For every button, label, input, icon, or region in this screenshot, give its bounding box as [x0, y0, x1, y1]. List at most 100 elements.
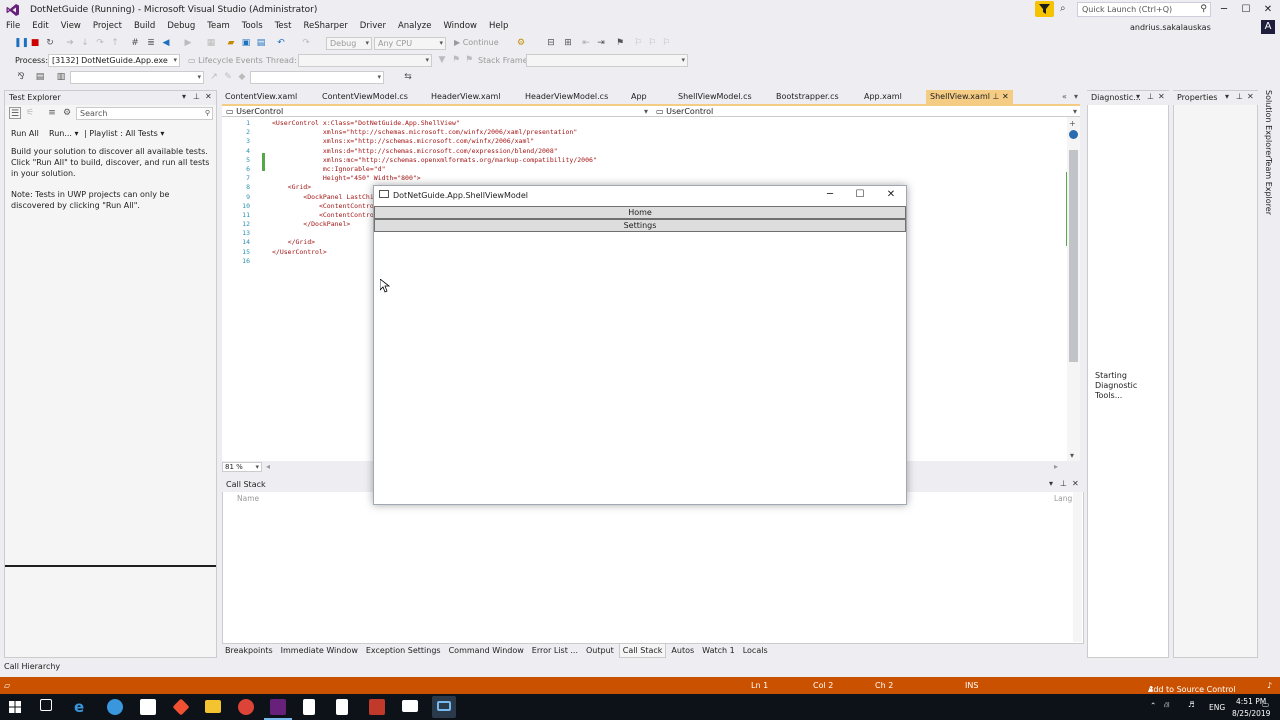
clock-date[interactable]: 8/25/2019 [1232, 709, 1270, 718]
clipboard-icon[interactable]: ▥ [55, 71, 67, 83]
scroll-thumb[interactable] [1069, 150, 1078, 362]
pin-icon[interactable]: ⊥ [1147, 92, 1154, 101]
close-button[interactable]: ✕ [1257, 0, 1279, 20]
menu-debug[interactable]: Debug [161, 20, 201, 35]
tab-shellviewmodel-cs[interactable]: ShellViewModel.cs [678, 92, 752, 101]
feedback-icon[interactable]: ⌕ [1060, 3, 1072, 15]
nav-right-select[interactable]: ▭ UserControl [656, 107, 713, 116]
task-view-icon[interactable] [40, 699, 52, 711]
tab-list-icon[interactable]: ▾ [1074, 92, 1078, 101]
chevron-down-icon[interactable]: ▾ [644, 107, 648, 116]
restart-icon[interactable]: ↻ [44, 37, 56, 49]
menu-driver[interactable]: Driver [354, 20, 392, 35]
save-all-icon[interactable]: ▤ [255, 37, 267, 49]
action-center-icon[interactable]: ▭ [1262, 700, 1269, 709]
tab-app[interactable]: App [631, 92, 647, 101]
tab-breakpoints[interactable]: Breakpoints [222, 644, 276, 658]
browser-icon[interactable] [107, 699, 123, 715]
app-maximize-button[interactable]: ☐ [850, 188, 870, 202]
menu-test[interactable]: Test [269, 20, 298, 35]
target-select[interactable]: ▾ [70, 71, 204, 84]
menu-project[interactable]: Project [87, 20, 128, 35]
home-button[interactable]: Home [374, 206, 906, 219]
breakpoint-icon[interactable]: ⊟ [545, 37, 557, 49]
dropdown-icon[interactable]: ▾ [1136, 92, 1140, 101]
attach-icon[interactable]: ⚙ [515, 37, 527, 49]
dropdown-icon[interactable]: ▾ [1225, 92, 1229, 101]
settings-button[interactable]: Settings [374, 219, 906, 232]
pin-icon[interactable]: ⊥ [1060, 479, 1067, 488]
bookmark-icon[interactable]: ⚑ [614, 37, 626, 49]
tab-shellview-xaml[interactable]: ShellView.xaml ⊥ ✕ [926, 90, 1013, 104]
menu-view[interactable]: View [55, 20, 87, 35]
scroll-down-icon[interactable]: ▾ [1070, 451, 1074, 460]
scroll-right-icon[interactable]: ▸ [1054, 462, 1058, 471]
scroll-left-icon[interactable]: ◂ [266, 462, 270, 471]
tab-app-xaml[interactable]: App.xaml [864, 92, 902, 101]
tab-locals[interactable]: Locals [740, 644, 771, 658]
column-lang[interactable]: Lang [1054, 494, 1072, 503]
menu-window[interactable]: Window [437, 20, 483, 35]
call-hierarchy-tab[interactable]: Call Hierarchy [4, 662, 60, 671]
store-icon[interactable] [140, 699, 156, 715]
list-icon[interactable]: ≡ [46, 107, 58, 119]
menu-tools[interactable]: Tools [236, 20, 269, 35]
process-select[interactable]: [3132] DotNetGuide.App.exe ▾ [48, 54, 180, 67]
settings-icon[interactable]: ⚙ [61, 107, 73, 119]
menu-edit[interactable]: Edit [26, 20, 54, 35]
video-editor-icon[interactable] [402, 700, 418, 712]
toggle-icon[interactable]: ⊞ [562, 37, 574, 49]
windows-start-icon[interactable] [9, 701, 21, 713]
quick-launch-input[interactable]: Quick Launch (Ctrl+Q) ⚲ [1077, 2, 1211, 17]
playlist-menu[interactable]: | Playlist : All Tests ▾ [84, 129, 164, 138]
network-icon[interactable]: ⛜ [1164, 700, 1170, 710]
grouping-icon[interactable]: ☰ [9, 107, 21, 119]
member-select[interactable]: ▾ [250, 71, 384, 84]
tab-call-stack[interactable]: Call Stack [618, 644, 667, 658]
notification-bell-icon[interactable]: ♪ [1267, 681, 1272, 690]
threads-icon[interactable]: ≣ [145, 37, 157, 49]
run-all-link[interactable]: Run All [11, 129, 39, 138]
dropdown-icon[interactable]: ▾ [1049, 479, 1053, 488]
open-file-icon[interactable]: ▰ [225, 37, 237, 49]
language-indicator[interactable]: ENG [1209, 703, 1225, 712]
tab-immediate-window[interactable]: Immediate Window [278, 644, 361, 658]
tab-team-explorer[interactable]: Team Explorer [1264, 158, 1273, 215]
menu-team[interactable]: Team [201, 20, 235, 35]
notepad-icon[interactable] [336, 699, 348, 715]
close-icon[interactable]: ✕ [1072, 479, 1079, 488]
indent-icon[interactable]: ⇤ [580, 37, 592, 49]
pause-icon[interactable]: ❚❚ [14, 37, 29, 49]
resharper-icon[interactable]: ⅋ [15, 71, 27, 83]
tab-autos[interactable]: Autos [668, 644, 697, 658]
format-icon[interactable]: ▤ [34, 71, 46, 83]
chrome-icon[interactable] [238, 699, 254, 715]
solution-platform-select[interactable]: Any CPU ▾ [374, 37, 446, 50]
stop-icon[interactable]: ■ [29, 37, 41, 49]
close-icon[interactable]: ✕ [1158, 92, 1165, 101]
scroll-tabs-icon[interactable]: « [1062, 92, 1067, 101]
tab-output[interactable]: Output [583, 644, 617, 658]
app-minimize-button[interactable]: ─ [820, 188, 840, 202]
splitter[interactable] [5, 565, 216, 567]
pin-icon[interactable]: ⊥ [1236, 92, 1243, 101]
menu-analyze[interactable]: Analyze [392, 20, 438, 35]
outdent-icon[interactable]: ⇥ [595, 37, 607, 49]
close-icon[interactable]: ✕ [1247, 92, 1254, 101]
close-icon[interactable]: ✕ [1002, 92, 1009, 101]
snipping-tool-icon[interactable] [369, 699, 385, 715]
tab-headerview-xaml[interactable]: HeaderView.xaml [431, 92, 501, 101]
tab-error-list[interactable]: Error List ... [529, 644, 581, 658]
file-explorer-icon[interactable] [205, 700, 221, 713]
solution-configuration-select[interactable]: Debug ▾ [326, 37, 372, 50]
menu-help[interactable]: Help [483, 20, 514, 35]
minimize-button[interactable]: ─ [1213, 0, 1235, 20]
edge-icon[interactable]: e [74, 699, 90, 715]
call-stack-scrollbar[interactable] [1073, 492, 1082, 642]
tab-contentviewmodel-cs[interactable]: ContentViewModel.cs [322, 92, 408, 101]
tab-command-window[interactable]: Command Window [446, 644, 527, 658]
visual-studio-taskbar-icon[interactable] [270, 699, 286, 715]
avatar[interactable]: A [1261, 20, 1275, 34]
dropdown-icon[interactable]: ▾ [182, 92, 186, 101]
undo-icon[interactable]: ↶ [275, 37, 287, 49]
